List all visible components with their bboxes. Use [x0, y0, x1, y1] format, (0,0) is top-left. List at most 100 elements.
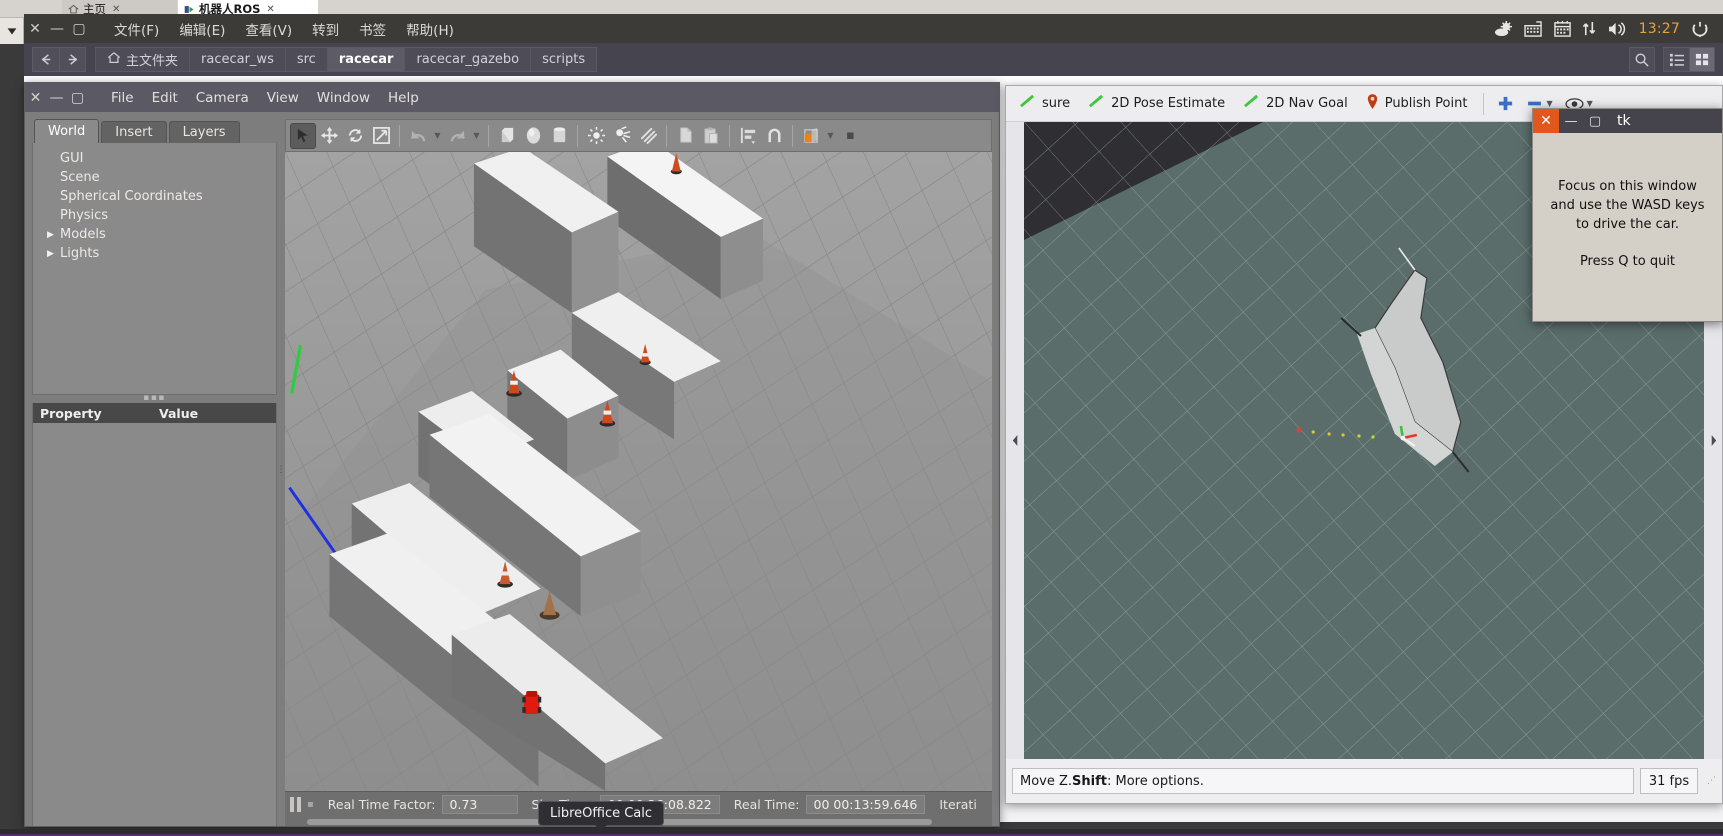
breadcrumb-item-home[interactable]: 主文件夹: [95, 47, 191, 72]
gazebo-menu-camera[interactable]: Camera: [187, 90, 258, 106]
tree-item-scene[interactable]: ▶ Scene: [37, 168, 276, 187]
snap-button[interactable]: [761, 123, 787, 149]
tray-clock[interactable]: 13:27: [1639, 21, 1680, 37]
ros-bug-icon[interactable]: [1494, 20, 1513, 37]
close-icon[interactable]: ✕: [24, 21, 46, 37]
breadcrumb-item-racecar[interactable]: racecar: [327, 47, 406, 72]
gazebo-world-tree[interactable]: ▶ GUI ▶ Scene ▶ Spherical Coordinates ▶ …: [32, 143, 277, 395]
gazebo-3d-viewport[interactable]: [285, 152, 992, 791]
maximize-icon[interactable]: ▢: [1583, 109, 1607, 133]
breadcrumb-item-src[interactable]: src: [285, 47, 328, 72]
pause-icon[interactable]: [289, 796, 303, 813]
search-button[interactable]: [1629, 47, 1655, 72]
close-icon[interactable]: ✕: [1533, 109, 1559, 133]
tree-item-physics[interactable]: ▶ Physics: [37, 206, 276, 225]
list-view-button[interactable]: [1663, 47, 1689, 72]
chevron-down-icon[interactable]: ▼: [1587, 99, 1593, 108]
expand-arrow-icon[interactable]: ▶: [47, 230, 60, 240]
expand-arrow-icon[interactable]: ▶: [47, 249, 60, 259]
breadcrumb-item-racecar-ws[interactable]: racecar_ws: [190, 47, 286, 72]
maximize-icon[interactable]: ▢: [67, 90, 88, 106]
undo-dropdown-arrow[interactable]: ▼: [431, 131, 444, 140]
rotate-tool-button[interactable]: [342, 123, 368, 149]
gazebo-menu-edit[interactable]: Edit: [143, 90, 187, 106]
gazebo-menu-window[interactable]: Window: [308, 90, 379, 106]
rviz-left-panel-collapse[interactable]: [1006, 122, 1024, 759]
insert-sphere-button[interactable]: [520, 123, 546, 149]
publish-point-tool[interactable]: Publish Point: [1357, 93, 1477, 114]
breadcrumb-item-racecar-gazebo[interactable]: racecar_gazebo: [405, 47, 532, 72]
volume-icon[interactable]: [1608, 21, 1628, 37]
breadcrumb-label: racecar_gazebo: [416, 52, 520, 67]
breadcrumb-item-scripts[interactable]: scripts: [531, 47, 598, 72]
grid-view-icon: [1695, 53, 1709, 66]
step-icon[interactable]: ▪: [307, 799, 314, 810]
power-gear-icon[interactable]: [1691, 20, 1709, 38]
menu-edit[interactable]: 编辑(E): [169, 19, 235, 39]
menu-file[interactable]: 文件(F): [104, 19, 169, 39]
minimize-icon[interactable]: —: [46, 90, 67, 106]
back-button[interactable]: [32, 47, 59, 72]
gazebo-menu-file[interactable]: File: [102, 90, 143, 106]
breadcrumb: 主文件夹 racecar_ws src racecar racecar_gaze…: [95, 47, 598, 72]
translate-tool-button[interactable]: [316, 123, 342, 149]
undo-button[interactable]: [405, 123, 431, 149]
scale-tool-button[interactable]: [368, 123, 394, 149]
gazebo-property-table: Property Value: [32, 403, 277, 826]
menu-goto[interactable]: 转到: [302, 19, 349, 39]
redo-dropdown-arrow[interactable]: ▼: [470, 131, 483, 140]
directional-light-button[interactable]: [635, 123, 661, 149]
paste-button[interactable]: [698, 123, 724, 149]
view-layers-button[interactable]: [798, 123, 824, 149]
chevron-down-icon[interactable]: ▼: [1546, 99, 1552, 108]
grid-view-button[interactable]: [1689, 47, 1715, 72]
tree-item-lights[interactable]: ▶ Lights: [37, 244, 276, 263]
tk-titlebar[interactable]: ✕ — ▢ tk: [1533, 109, 1722, 133]
forward-button[interactable]: [59, 47, 86, 72]
keyboard-icon[interactable]: [1523, 20, 1543, 37]
pose-estimate-tool[interactable]: 2D Pose Estimate: [1079, 94, 1234, 113]
tab-label: Layers: [182, 125, 226, 140]
iterations-label: Iterati: [939, 797, 977, 812]
insert-box-button[interactable]: [494, 123, 520, 149]
expand-arrow-icon: ▶: [47, 211, 60, 221]
toolbar-overflow-dots[interactable]: ▪: [846, 128, 855, 143]
close-icon[interactable]: ✕: [112, 4, 120, 15]
measure-tool[interactable]: sure: [1010, 94, 1079, 113]
minimize-icon[interactable]: —: [1559, 109, 1583, 133]
nav-goal-tool[interactable]: 2D Nav Goal: [1234, 94, 1357, 113]
select-tool-button[interactable]: [290, 122, 316, 149]
close-icon[interactable]: ✕: [266, 4, 274, 15]
close-icon[interactable]: ✕: [25, 90, 46, 106]
align-button[interactable]: [735, 123, 761, 149]
gazebo-menu-help[interactable]: Help: [379, 90, 428, 106]
menu-help[interactable]: 帮助(H): [396, 19, 464, 39]
panel-splitter-handle[interactable]: ▪▪▪: [32, 394, 277, 403]
minimize-icon[interactable]: —: [46, 21, 68, 37]
scroll-down-arrow[interactable]: [0, 18, 24, 44]
redo-button[interactable]: [444, 123, 470, 149]
point-light-button[interactable]: [583, 123, 609, 149]
menu-bookmarks[interactable]: 书签: [349, 19, 396, 39]
tab-world[interactable]: World: [34, 119, 100, 143]
gazebo-scene-panel: ▼ ▼ ▼ ▪ ▪ Real Time Factor: 0.73 00:26:0…: [285, 112, 999, 826]
maximize-icon[interactable]: ▢: [68, 21, 90, 37]
calendar-icon[interactable]: [1553, 20, 1571, 37]
property-table-body[interactable]: [33, 423, 276, 826]
insert-cylinder-button[interactable]: [546, 123, 572, 149]
menu-view[interactable]: 查看(V): [235, 19, 302, 39]
tree-item-spherical-coordinates[interactable]: ▶ Spherical Coordinates: [37, 187, 276, 206]
view-layers-dropdown-arrow[interactable]: ▼: [824, 131, 837, 140]
copy-button[interactable]: [672, 123, 698, 149]
network-updown-icon[interactable]: [1582, 20, 1597, 37]
tab-layers[interactable]: Layers: [168, 121, 240, 143]
tab-insert[interactable]: Insert: [101, 121, 167, 143]
spot-light-button[interactable]: [609, 123, 635, 149]
add-tool-button[interactable]: [1491, 95, 1520, 112]
gazebo-menu-view[interactable]: View: [258, 90, 308, 106]
rviz-status-message: Move Z. Shift : More options.: [1012, 768, 1634, 794]
resize-grip[interactable]: ⋰: [1704, 776, 1716, 786]
tree-item-gui[interactable]: ▶ GUI: [37, 149, 276, 168]
gazebo-vertical-splitter[interactable]: ⋮: [277, 112, 286, 826]
tree-item-models[interactable]: ▶ Models: [37, 225, 276, 244]
